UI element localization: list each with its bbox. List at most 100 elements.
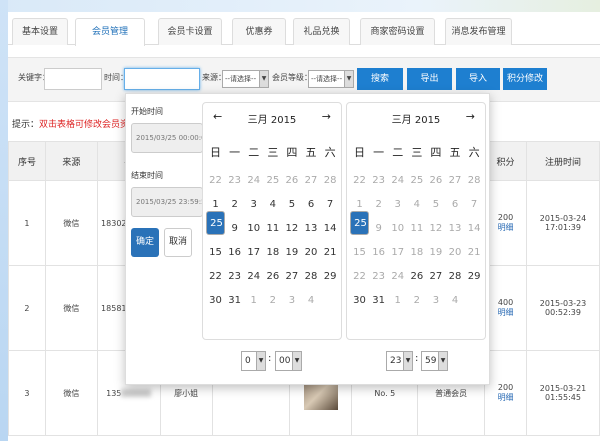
calendar-day[interactable]: 3 [426,289,445,313]
calendar-day[interactable]: 15 [206,241,225,265]
points-detail-link[interactable]: 明细 [498,308,514,317]
calendar-day[interactable]: 1 [244,289,263,313]
search-button[interactable]: 搜索 [357,68,403,90]
calendar-day[interactable]: 11 [407,217,426,241]
points-detail-link[interactable]: 明细 [498,393,514,402]
calendar-day[interactable]: 17 [388,241,407,265]
calendar-day[interactable]: 23 [225,265,244,289]
calendar-day[interactable]: 5 [282,193,301,217]
start-time-field[interactable]: 2015/03/25 00:00:00 [131,123,203,153]
next-month-button[interactable]: → [466,110,475,123]
calendar-day[interactable]: 28 [301,265,320,289]
calendar-day[interactable]: 22 [206,265,225,289]
calendar-day[interactable]: 22 [350,265,369,289]
calendar-day[interactable]: 22 [350,169,369,193]
calendar-day[interactable]: 14 [465,217,484,241]
left-hour-select[interactable]: 0 ▼ [241,351,266,371]
calendar-day[interactable]: 30 [350,289,369,313]
source-select[interactable]: --请选择-- ▼ [222,70,269,88]
calendar-day[interactable]: 10 [244,217,263,241]
calendar-day[interactable]: 6 [301,193,320,217]
level-select[interactable]: --请选择-- ▼ [308,70,354,88]
calendar-day[interactable]: 19 [282,241,301,265]
tab-1[interactable]: 会员管理 [75,18,145,46]
calendar-day[interactable]: 29 [321,265,340,289]
calendar-day[interactable]: 26 [426,169,445,193]
tab-6[interactable]: 消息发布管理 [445,18,512,45]
import-button[interactable]: 导入 [456,68,500,90]
calendar-day[interactable]: 2 [225,193,244,217]
right-minute-select[interactable]: 59 ▼ [421,351,448,371]
calendar-day[interactable]: 27 [301,169,320,193]
calendar-day[interactable]: 16 [369,241,388,265]
calendar-day[interactable]: 3 [244,193,263,217]
calendar-day[interactable]: 1 [388,289,407,313]
end-time-field[interactable]: 2015/03/25 23:59:59 [131,187,203,217]
tab-5[interactable]: 商家密码设置 [360,18,435,45]
calendar-day[interactable]: 9 [225,217,244,241]
calendar-day[interactable]: 16 [225,241,244,265]
calendar-day[interactable]: 6 [445,193,464,217]
calendar-day[interactable]: 13 [301,217,320,241]
calendar-day[interactable]: 30 [206,289,225,313]
calendar-day[interactable]: 18 [263,241,282,265]
calendar-day[interactable]: 28 [445,265,464,289]
calendar-day[interactable]: 20 [445,241,464,265]
calendar-day[interactable]: 21 [321,241,340,265]
calendar-day[interactable]: 22 [206,169,225,193]
calendar-day[interactable]: 7 [465,193,484,217]
calendar-day[interactable]: 26 [263,265,282,289]
calendar-day[interactable]: 26 [282,169,301,193]
calendar-day[interactable]: 3 [282,289,301,313]
calendar-day[interactable]: 28 [465,169,484,193]
calendar-day[interactable]: 4 [445,289,464,313]
cancel-button[interactable]: 取消 [164,228,192,257]
calendar-day[interactable]: 25 [206,211,226,235]
calendar-day[interactable]: 24 [388,169,407,193]
calendar-day[interactable]: 18 [407,241,426,265]
calendar-day[interactable]: 2 [407,289,426,313]
calendar-day[interactable]: 27 [426,265,445,289]
calendar-day[interactable]: 9 [369,217,388,241]
next-month-button[interactable]: → [322,110,331,123]
calendar-day[interactable]: 31 [225,289,244,313]
calendar-day[interactable]: 5 [426,193,445,217]
calendar-day[interactable]: 23 [369,169,388,193]
calendar-day[interactable]: 10 [388,217,407,241]
export-button[interactable]: 导出 [407,68,452,90]
calendar-day[interactable]: 13 [445,217,464,241]
tab-0[interactable]: 基本设置 [12,18,68,45]
tab-4[interactable]: 礼品兑换 [293,18,350,45]
calendar-day[interactable]: 23 [369,265,388,289]
calendar-day[interactable]: 4 [301,289,320,313]
time-input[interactable] [124,68,200,90]
calendar-day[interactable]: 15 [350,241,369,265]
calendar-day[interactable]: 4 [263,193,282,217]
calendar-day[interactable]: 24 [244,169,263,193]
calendar-day[interactable]: 29 [465,265,484,289]
calendar-day[interactable]: 2 [263,289,282,313]
right-hour-select[interactable]: 23 ▼ [386,351,413,371]
calendar-day[interactable]: 12 [282,217,301,241]
calendar-day[interactable]: 24 [388,265,407,289]
points-detail-link[interactable]: 明细 [498,223,514,232]
calendar-day[interactable]: 21 [465,241,484,265]
calendar-day[interactable]: 25 [263,169,282,193]
calendar-day[interactable]: 25 [350,211,370,235]
calendar-day[interactable]: 24 [244,265,263,289]
calendar-day[interactable]: 27 [445,169,464,193]
calendar-day[interactable]: 31 [369,289,388,313]
points-edit-button[interactable]: 积分修改 [503,68,547,90]
calendar-day[interactable]: 3 [388,193,407,217]
calendar-day[interactable]: 20 [301,241,320,265]
calendar-day[interactable]: 11 [263,217,282,241]
confirm-button[interactable]: 确定 [131,228,159,257]
calendar-day[interactable]: 4 [407,193,426,217]
left-minute-select[interactable]: 00 ▼ [275,351,302,371]
calendar-day[interactable]: 19 [426,241,445,265]
calendar-day[interactable]: 25 [407,169,426,193]
calendar-day[interactable]: 14 [321,217,340,241]
calendar-day[interactable]: 12 [426,217,445,241]
calendar-day[interactable]: 23 [225,169,244,193]
calendar-day[interactable]: 7 [321,193,340,217]
